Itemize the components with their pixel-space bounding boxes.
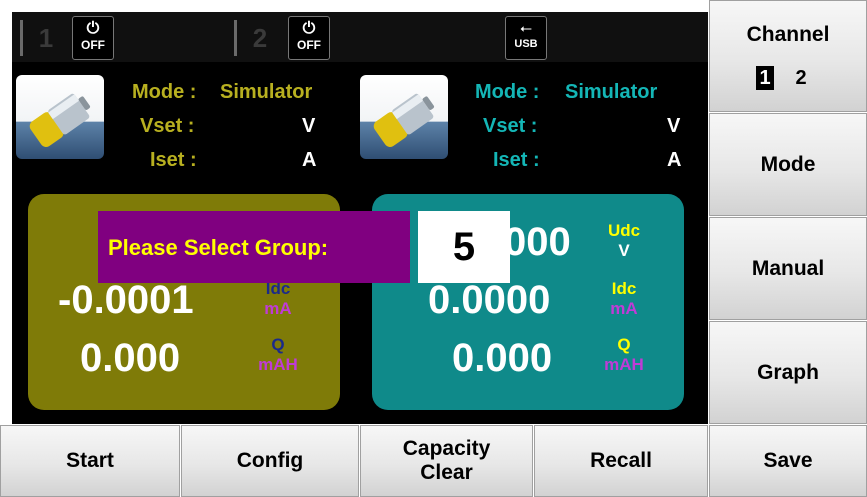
channel1-current-value: -0.0001: [58, 278, 194, 322]
channel2-vset-label: Vset :: [483, 115, 538, 137]
channel2-mode-value: Simulator: [565, 81, 658, 103]
channel2-number: 2: [252, 23, 268, 53]
channel2-idc-label: Idc: [611, 279, 637, 298]
channel1-mode-value: Simulator: [220, 81, 313, 103]
recall-button[interactable]: Recall: [534, 425, 708, 497]
instrument-screen: 1 ⏻ OFF 2 ⏻ OFF ⭠ USB Mode : Simulator V…: [0, 0, 867, 497]
channel2-power-button[interactable]: ⏻ OFF: [288, 16, 330, 60]
channel1-vset-label: Vset :: [140, 115, 195, 137]
channel1-iset-unit: A: [302, 149, 317, 171]
power-icon: ⏻: [86, 20, 100, 37]
channel1-capacity-value: 0.000: [80, 336, 181, 380]
channel2-mode-label: Mode :: [475, 81, 540, 103]
channel1-q-label: Q: [271, 335, 285, 354]
channel1-number: 1: [38, 23, 54, 53]
channel2-udc-unit: V: [618, 241, 630, 260]
channel1-power-button[interactable]: ⏻ OFF: [72, 16, 114, 60]
group-select-dialog: Please Select Group:: [98, 211, 410, 283]
channel2-idc-unit: mA: [610, 299, 638, 318]
channel1-iset-label: Iset :: [150, 149, 197, 171]
usb-icon: ⭠: [519, 20, 532, 37]
channel2-iset-unit: A: [667, 149, 682, 171]
channel-option-1[interactable]: 1: [756, 66, 774, 90]
channel1-mode-label: Mode :: [132, 81, 197, 103]
status-bar: [12, 12, 708, 62]
capacity-clear-line1: Capacity: [402, 437, 491, 460]
capacity-clear-line2: Clear: [420, 461, 473, 484]
power-icon: ⏻: [302, 20, 316, 37]
manual-button[interactable]: Manual: [709, 217, 867, 320]
usb-indicator: ⭠ USB: [505, 16, 547, 60]
channel1-vset-unit: V: [302, 115, 316, 137]
channel2-iset-label: Iset :: [493, 149, 540, 171]
start-button[interactable]: Start: [0, 425, 180, 497]
channel2-capacity-value: 0.000: [452, 336, 553, 380]
channel2-settings: Mode : Simulator Vset : V Iset : A: [475, 80, 685, 180]
channel2-power-label: OFF: [297, 38, 321, 52]
graph-button[interactable]: Graph: [709, 321, 867, 424]
channel1-indicator: 1: [20, 20, 69, 56]
channel-title: Channel: [746, 23, 830, 46]
channel2-q-label: Q: [617, 335, 631, 354]
save-button[interactable]: Save: [709, 425, 867, 497]
channel1-q-unit: mAH: [258, 355, 298, 374]
dialog-prompt: Please Select Group:: [108, 235, 329, 260]
battery-icon: [16, 75, 104, 159]
channel-option-2[interactable]: 2: [792, 66, 810, 90]
config-button[interactable]: Config: [181, 425, 359, 497]
channel2-q-unit: mAH: [604, 355, 644, 374]
channel-select-button[interactable]: Channel 1 2: [709, 0, 867, 112]
channel2-indicator: 2: [234, 20, 283, 56]
mode-button[interactable]: Mode: [709, 113, 867, 216]
channel2-udc-label: Udc: [607, 221, 641, 240]
channel2-voltage-value: 000: [504, 220, 571, 264]
capacity-clear-button[interactable]: Capacity Clear: [360, 425, 533, 497]
usb-label: USB: [514, 38, 538, 50]
battery-icon: [360, 75, 448, 159]
channel1-settings: Mode : Simulator Vset : V Iset : A: [130, 80, 330, 180]
channel2-current-value: 0.0000: [428, 278, 551, 322]
group-number-input[interactable]: 5: [418, 211, 510, 283]
channel2-vset-unit: V: [667, 115, 681, 137]
channel1-idc-unit: mA: [264, 299, 292, 318]
channel1-power-label: OFF: [81, 38, 105, 52]
